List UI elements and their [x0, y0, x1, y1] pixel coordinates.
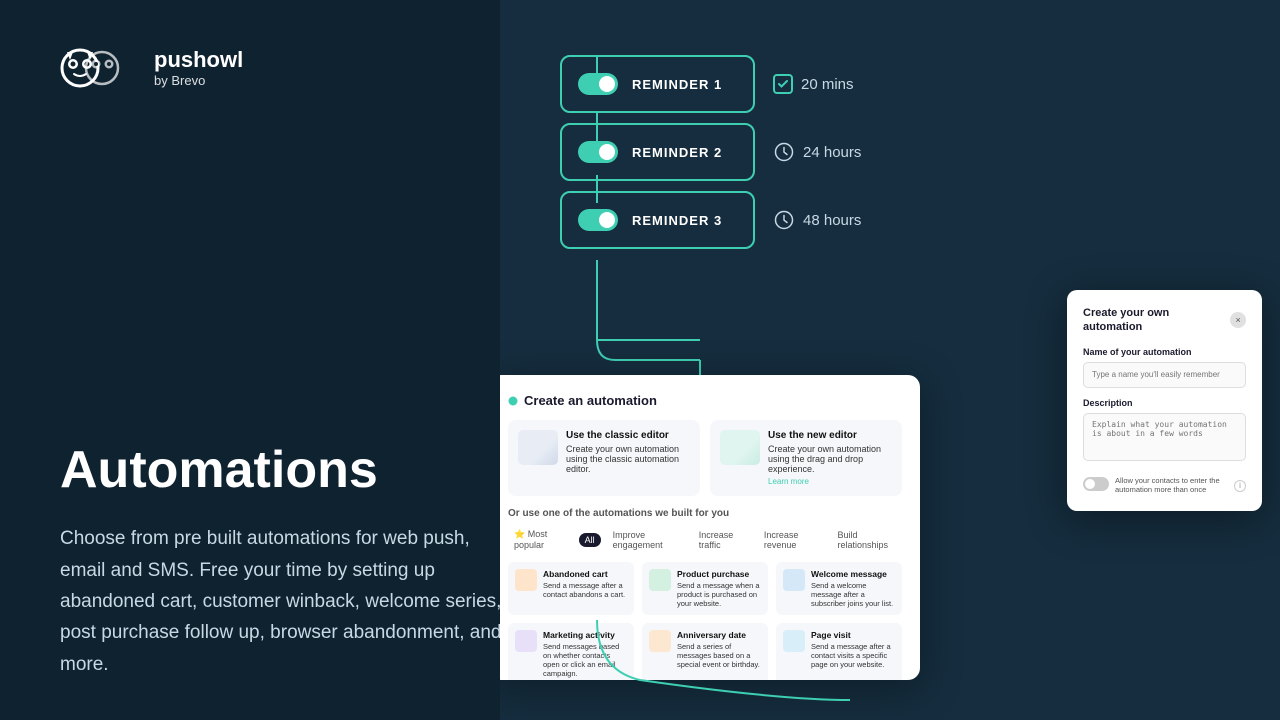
- reminder-1-toggle[interactable]: [578, 73, 618, 95]
- ca-item-abandoned-cart[interactable]: Abandoned cart Send a message after a co…: [508, 562, 634, 615]
- left-panel: pushowl by Brevo Automations Choose from…: [0, 0, 580, 720]
- reminder-row-1: REMINDER 1 20 mins: [560, 55, 861, 113]
- reminder-1-time-text: 20 mins: [801, 76, 854, 93]
- reminder-2-time: 24 hours: [773, 141, 861, 163]
- cop-close-button[interactable]: ×: [1230, 312, 1246, 328]
- reminder-row-2: REMINDER 2 24 hours: [560, 123, 861, 181]
- brand-name: pushowl by Brevo: [154, 47, 243, 89]
- create-own-panel: Create your own automation × Name of you…: [1067, 290, 1262, 511]
- cop-allow-toggle[interactable]: [1083, 477, 1109, 491]
- ca-item-product-purchase[interactable]: Product purchase Send a message when a p…: [642, 562, 768, 615]
- ca-item-page-text: Page visit Send a message after a contac…: [811, 630, 895, 669]
- reminder-card-2[interactable]: REMINDER 2: [560, 123, 755, 181]
- reminder-3-toggle[interactable]: [578, 209, 618, 231]
- ca-tab-popular[interactable]: ⭐ Most popular: [508, 527, 573, 552]
- cop-toggle-text: Allow your contacts to enter the automat…: [1115, 476, 1228, 496]
- marketing-icon: [515, 630, 537, 652]
- main-content: Automations Choose from pre built automa…: [60, 442, 520, 680]
- reminder-2-time-text: 24 hours: [803, 144, 861, 161]
- reminder-2-toggle[interactable]: [578, 141, 618, 163]
- welcome-icon: [783, 569, 805, 591]
- reminder-card-1[interactable]: REMINDER 1: [560, 55, 755, 113]
- ca-new-img: [720, 430, 760, 465]
- reminder-1-label: REMINDER 1: [632, 77, 722, 92]
- cop-desc-label: Description: [1083, 398, 1246, 408]
- ca-classic-img: [518, 430, 558, 465]
- ca-item-abandoned-text: Abandoned cart Send a message after a co…: [543, 569, 627, 599]
- ca-item-marketing[interactable]: Marketing activity Send messages based o…: [508, 623, 634, 680]
- learn-more-link[interactable]: Learn more: [768, 477, 892, 486]
- ca-new-editor[interactable]: Use the new editor Create your own autom…: [710, 420, 902, 496]
- ca-item-marketing-text: Marketing activity Send messages based o…: [543, 630, 627, 678]
- anniversary-icon: [649, 630, 671, 652]
- logo-area: pushowl by Brevo: [60, 40, 520, 96]
- cop-name-label: Name of your automation: [1083, 347, 1246, 357]
- ca-automations-grid: Abandoned cart Send a message after a co…: [508, 562, 902, 680]
- check-icon-1: [773, 74, 793, 94]
- ca-classic-editor[interactable]: Use the classic editor Create your own a…: [508, 420, 700, 496]
- ca-item-anniversary-text: Anniversary date Send a series of messag…: [677, 630, 761, 669]
- cop-name-input[interactable]: [1083, 362, 1246, 388]
- reminder-3-label: REMINDER 3: [632, 213, 722, 228]
- abandoned-cart-icon: [515, 569, 537, 591]
- ca-tab-engage[interactable]: Improve engagement: [607, 528, 687, 552]
- page-visit-icon: [783, 630, 805, 652]
- ca-tab-all[interactable]: All: [579, 533, 601, 547]
- ca-tabs: ⭐ Most popular All Improve engagement In…: [508, 527, 902, 552]
- clock-icon-2: [773, 141, 795, 163]
- reminder-card-3[interactable]: REMINDER 3: [560, 191, 755, 249]
- ca-item-anniversary[interactable]: Anniversary date Send a series of messag…: [642, 623, 768, 680]
- reminder-3-time-text: 48 hours: [803, 212, 861, 229]
- reminder-2-label: REMINDER 2: [632, 145, 722, 160]
- create-automation-modal: Create an automation Use the classic edi…: [500, 375, 920, 680]
- cop-toggle-row: Allow your contacts to enter the automat…: [1083, 476, 1246, 496]
- right-panel: REMINDER 1 20 mins REMINDER 2 24 hours: [500, 0, 1280, 720]
- reminders-container: REMINDER 1 20 mins REMINDER 2 24 hours: [560, 55, 861, 249]
- ca-modal-title: Create an automation: [508, 393, 902, 408]
- ca-item-welcome-text: Welcome message Send a welcome message a…: [811, 569, 895, 608]
- ca-editor-row: Use the classic editor Create your own a…: [508, 420, 902, 496]
- ca-or-text: Or use one of the automations we built f…: [508, 508, 902, 519]
- ca-tab-revenue[interactable]: Increase revenue: [758, 528, 826, 552]
- logo-icon: [60, 40, 140, 96]
- ca-item-page-visit[interactable]: Page visit Send a message after a contac…: [776, 623, 902, 680]
- reminder-row-3: REMINDER 3 48 hours: [560, 191, 861, 249]
- ca-tab-relationships[interactable]: Build relationships: [832, 528, 902, 552]
- ca-item-welcome[interactable]: Welcome message Send a welcome message a…: [776, 562, 902, 615]
- page-title: Automations: [60, 442, 520, 499]
- cop-title: Create your own automation: [1083, 306, 1230, 335]
- clock-icon-3: [773, 209, 795, 231]
- page-description: Choose from pre built automations for we…: [60, 523, 520, 680]
- cop-info-icon[interactable]: i: [1234, 480, 1246, 492]
- cop-header: Create your own automation ×: [1083, 306, 1246, 335]
- reminder-3-time: 48 hours: [773, 209, 861, 231]
- cop-desc-input[interactable]: [1083, 413, 1246, 461]
- reminder-1-time: 20 mins: [773, 74, 854, 94]
- ca-item-product-text: Product purchase Send a message when a p…: [677, 569, 761, 608]
- ca-classic-text: Use the classic editor Create your own a…: [566, 430, 690, 486]
- product-purchase-icon: [649, 569, 671, 591]
- ca-new-text: Use the new editor Create your own autom…: [768, 430, 892, 486]
- ca-tab-traffic[interactable]: Increase traffic: [693, 528, 752, 552]
